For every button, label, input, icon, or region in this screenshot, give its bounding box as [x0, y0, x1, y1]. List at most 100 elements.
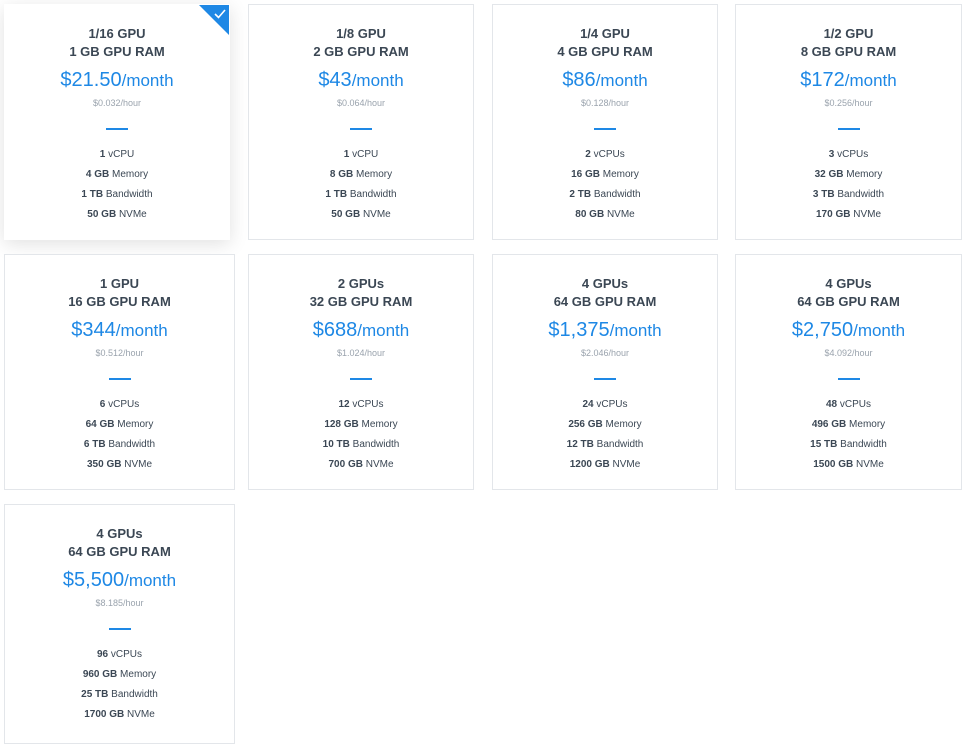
- price-period: /month: [609, 321, 662, 340]
- spec-memory: 16 GB Memory: [571, 169, 639, 180]
- spec-vcpu: 24 vCPUs: [582, 399, 628, 410]
- spec-vcpu: 2 vCPUs: [585, 149, 625, 160]
- spec-nvme: 1200 GB NVMe: [569, 459, 641, 470]
- spec-nvme: 700 GB NVMe: [328, 459, 394, 470]
- divider: [837, 378, 860, 380]
- spec-vcpu: 1 vCPU: [99, 149, 135, 160]
- plan-specs: 24 vCPUs 256 GB Memory 12 TB Bandwidth 1…: [493, 395, 717, 475]
- plan-specs: 12 vCPUs 128 GB Memory 10 TB Bandwidth 7…: [249, 395, 473, 475]
- spec-vcpu: 96 vCPUs: [96, 649, 143, 660]
- plan-price: $2,750/month: [736, 318, 961, 344]
- spec-memory: 960 GB Memory: [82, 669, 157, 680]
- plan-specs: 1 vCPU 4 GB Memory 1 TB Bandwidth 50 GB …: [5, 145, 229, 225]
- plan-gpu-ram: 4 GB GPU RAM: [557, 44, 653, 59]
- plan-gpu-ram: 16 GB GPU RAM: [68, 294, 171, 309]
- price-period: /month: [595, 71, 648, 90]
- spec-bandwidth: 12 TB Bandwidth: [566, 439, 644, 450]
- plan-card-3[interactable]: 1/2 GPU 8 GB GPU RAM $172/month $0.256/h…: [735, 4, 962, 240]
- divider: [837, 128, 860, 130]
- plan-specs: 2 vCPUs 16 GB Memory 2 TB Bandwidth 80 G…: [493, 145, 717, 225]
- spec-bandwidth: 25 TB Bandwidth: [81, 689, 158, 700]
- plan-price: $688/month: [249, 318, 473, 344]
- plan-gpu-ram: 64 GB GPU RAM: [797, 294, 900, 309]
- spec-nvme: 50 GB NVMe: [87, 209, 147, 220]
- plan-gpu: 1/4 GPU: [580, 26, 630, 41]
- plan-gpu: 4 GPUs: [581, 276, 629, 291]
- spec-vcpu: 6 vCPUs: [99, 399, 140, 410]
- spec-memory: 256 GB Memory: [568, 419, 642, 430]
- divider: [594, 128, 616, 130]
- plan-gpu-ram: 2 GB GPU RAM: [313, 44, 409, 59]
- plan-gpu-ram: 8 GB GPU RAM: [800, 44, 897, 59]
- plan-price: $1,375/month: [493, 318, 717, 344]
- spec-memory: 4 GB Memory: [85, 169, 149, 180]
- selected-badge: [199, 5, 229, 35]
- plan-gpu: 4 GPUs: [825, 276, 872, 291]
- plan-gpu: 4 GPUs: [96, 526, 143, 541]
- spec-memory: 128 GB Memory: [324, 419, 398, 430]
- plan-specs: 96 vCPUs 960 GB Memory 25 TB Bandwidth 1…: [5, 645, 234, 725]
- price-amount: $21.50: [60, 69, 122, 91]
- spec-bandwidth: 2 TB Bandwidth: [569, 189, 641, 200]
- plan-price: $21.50/month: [5, 68, 229, 94]
- spec-nvme: 170 GB NVMe: [815, 209, 882, 220]
- plan-grid: 1/16 GPU 1 GB GPU RAM $21.50/month $0.03…: [0, 0, 962, 746]
- plan-card-2[interactable]: 1/4 GPU 4 GB GPU RAM $86/month $0.128/ho…: [492, 4, 718, 240]
- spec-nvme: 350 GB NVMe: [86, 459, 153, 470]
- divider: [108, 628, 131, 630]
- plan-hourly: $1.024/hour: [336, 348, 386, 358]
- plan-card-0[interactable]: 1/16 GPU 1 GB GPU RAM $21.50/month $0.03…: [4, 4, 230, 240]
- plan-price: $172/month: [736, 68, 961, 94]
- spec-bandwidth: 1 TB Bandwidth: [81, 189, 153, 200]
- price-amount: $5,500: [62, 569, 125, 591]
- spec-memory: 496 GB Memory: [811, 419, 886, 430]
- plan-card-4[interactable]: 1 GPU 16 GB GPU RAM $344/month $0.512/ho…: [4, 254, 235, 490]
- check-icon: [214, 9, 226, 19]
- plan-price: $344/month: [5, 318, 234, 344]
- plan-price: $5,500/month: [5, 568, 234, 594]
- spec-vcpu: 48 vCPUs: [825, 399, 872, 410]
- divider: [350, 378, 372, 380]
- price-amount: $688: [312, 319, 358, 341]
- plan-card-6[interactable]: 4 GPUs 64 GB GPU RAM $1,375/month $2.046…: [492, 254, 718, 490]
- spec-bandwidth: 10 TB Bandwidth: [322, 439, 400, 450]
- price-amount: $43: [318, 69, 352, 91]
- plan-hourly: $0.128/hour: [580, 98, 630, 108]
- plan-card-8[interactable]: 4 GPUs 64 GB GPU RAM $5,500/month $8.185…: [4, 504, 235, 744]
- spec-bandwidth: 6 TB Bandwidth: [83, 439, 156, 450]
- plan-specs: 1 vCPU 8 GB Memory 1 TB Bandwidth 50 GB …: [249, 145, 473, 225]
- plan-hourly: $2.046/hour: [580, 348, 630, 358]
- plan-card-5[interactable]: 2 GPUs 32 GB GPU RAM $688/month $1.024/h…: [248, 254, 474, 490]
- plan-gpu: 1 GPU: [99, 276, 139, 291]
- plan-hourly: $8.185/hour: [95, 598, 144, 608]
- plan-price: $86/month: [493, 68, 717, 94]
- plan-card-7[interactable]: 4 GPUs 64 GB GPU RAM $2,750/month $4.092…: [735, 254, 962, 490]
- spec-vcpu: 12 vCPUs: [338, 399, 384, 410]
- spec-memory: 32 GB Memory: [814, 169, 883, 180]
- plan-hourly: $0.512/hour: [95, 348, 144, 358]
- price-amount: $1,375: [548, 319, 610, 341]
- spec-memory: 8 GB Memory: [329, 169, 393, 180]
- plan-hourly: $0.064/hour: [336, 98, 386, 108]
- price-period: /month: [124, 571, 177, 590]
- price-period: /month: [121, 71, 174, 90]
- spec-nvme: 50 GB NVMe: [331, 209, 391, 220]
- plan-hourly: $0.032/hour: [92, 98, 142, 108]
- spec-bandwidth: 15 TB Bandwidth: [810, 439, 887, 450]
- price-period: /month: [351, 71, 404, 90]
- price-period: /month: [115, 321, 168, 340]
- divider: [108, 378, 131, 380]
- divider: [106, 128, 128, 130]
- plan-gpu: 1/16 GPU: [88, 26, 146, 41]
- spec-bandwidth: 3 TB Bandwidth: [812, 189, 885, 200]
- spec-vcpu: 3 vCPUs: [828, 149, 869, 160]
- price-period: /month: [844, 71, 897, 90]
- spec-vcpu: 1 vCPU: [343, 149, 379, 160]
- plan-specs: 48 vCPUs 496 GB Memory 15 TB Bandwidth 1…: [736, 395, 961, 475]
- plan-gpu-ram: 64 GB GPU RAM: [68, 544, 171, 559]
- plan-card-1[interactable]: 1/8 GPU 2 GB GPU RAM $43/month $0.064/ho…: [248, 4, 474, 240]
- plan-specs: 6 vCPUs 64 GB Memory 6 TB Bandwidth 350 …: [5, 395, 234, 475]
- spec-nvme: 1700 GB NVMe: [84, 709, 155, 720]
- plan-gpu: 2 GPUs: [337, 276, 385, 291]
- price-amount: $172: [800, 69, 845, 91]
